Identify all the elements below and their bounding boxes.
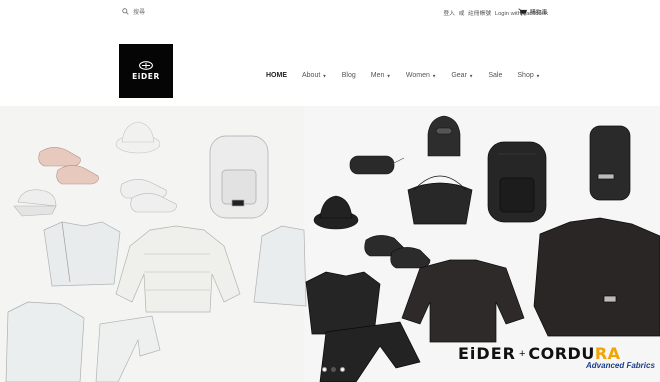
nav-item-label: Gear (451, 72, 467, 79)
brand-tagline: Advanced Fabrics (586, 361, 655, 370)
chevron-down-icon: ▼ (386, 73, 391, 79)
search-icon (122, 8, 129, 15)
jacket-black (533, 217, 660, 337)
brand-collab-logo: EiDER + CORDURA Advanced Fabrics (458, 344, 660, 382)
bucket-hat-black (313, 195, 359, 230)
eider-wordmark: EiDER (458, 344, 516, 363)
jacket-bottom-white (5, 301, 85, 382)
logo-wordmark: EiDER (132, 72, 160, 81)
backpack-white (209, 135, 269, 219)
jacket-right-white (253, 225, 307, 307)
nav-item-home[interactable]: HOME (266, 72, 287, 79)
nav-item-label: Men (370, 72, 385, 79)
nav-item-shop[interactable]: Shop ▼ (517, 72, 540, 79)
chevron-down-icon: ▼ (431, 73, 437, 79)
main-nav: HOME About ▼ Blog Men ▼ Women ▼ Gear ▼ S… (266, 72, 555, 79)
sneakers-white (120, 179, 177, 213)
register-link[interactable]: 註冊帳號 (468, 11, 491, 17)
plus-sign: + (518, 347, 526, 360)
waist-bag-black (349, 155, 405, 175)
hero-banner[interactable]: EiDER + CORDURA Advanced Fabrics (0, 106, 660, 382)
nav-item-label: Sale (488, 72, 503, 79)
backpack-black (487, 141, 547, 223)
vest-white (43, 221, 121, 287)
cart-link[interactable]: 購物車 (518, 7, 547, 16)
chevron-down-icon: ▼ (322, 73, 327, 79)
cap-white (13, 189, 57, 217)
carousel-dot-3[interactable] (340, 367, 345, 372)
puffer-jacket-white (115, 225, 241, 313)
balaclava-black (427, 115, 461, 157)
search-placeholder: 搜尋 (133, 10, 146, 16)
nav-item-label: About (302, 72, 321, 79)
or-text: 或 (458, 11, 465, 17)
nav-item-women[interactable]: Women ▼ (406, 72, 436, 79)
vest-black (305, 271, 381, 335)
nav-item-sale[interactable]: Sale (488, 72, 502, 79)
nav-item-about[interactable]: About ▼ (302, 72, 327, 79)
cart-label: 購物車 (530, 10, 548, 16)
nav-item-label: Women (405, 72, 430, 79)
chevron-down-icon: ▼ (468, 73, 474, 79)
shoulder-bag-black (407, 175, 473, 225)
nav-item-men[interactable]: Men ▼ (371, 72, 391, 79)
carousel-dot-1[interactable] (322, 367, 327, 372)
cordura-wordmark-a: CORDU (528, 344, 595, 363)
top-bar: 搜尋 登入 或 註冊帳號 Login with Facebook 購物車 (0, 0, 660, 26)
shoes-black (364, 235, 431, 269)
cart-icon (518, 8, 527, 16)
pants-white (95, 315, 161, 382)
nav-item-blog[interactable]: Blog (342, 72, 356, 79)
eider-logo-mark-icon (139, 61, 153, 70)
bucket-hat-white (115, 121, 161, 154)
search-box[interactable]: 搜尋 (122, 7, 145, 16)
login-link[interactable]: 登入 (443, 11, 455, 17)
chevron-down-icon: ▼ (535, 73, 541, 79)
sweater-black (401, 259, 525, 343)
sling-bag-black (589, 125, 631, 201)
site-logo[interactable]: EiDER (119, 44, 173, 98)
nav-item-gear[interactable]: Gear ▼ (451, 72, 473, 79)
hero-product-illustration (5, 115, 660, 382)
nav-item-label: HOME (266, 72, 287, 79)
sneakers-pink (38, 147, 99, 185)
carousel-pagination (322, 367, 345, 372)
nav-item-label: Shop (517, 72, 534, 79)
nav-item-label: Blog (341, 72, 356, 79)
pants-black (319, 321, 421, 382)
carousel-dot-2[interactable] (331, 367, 336, 372)
